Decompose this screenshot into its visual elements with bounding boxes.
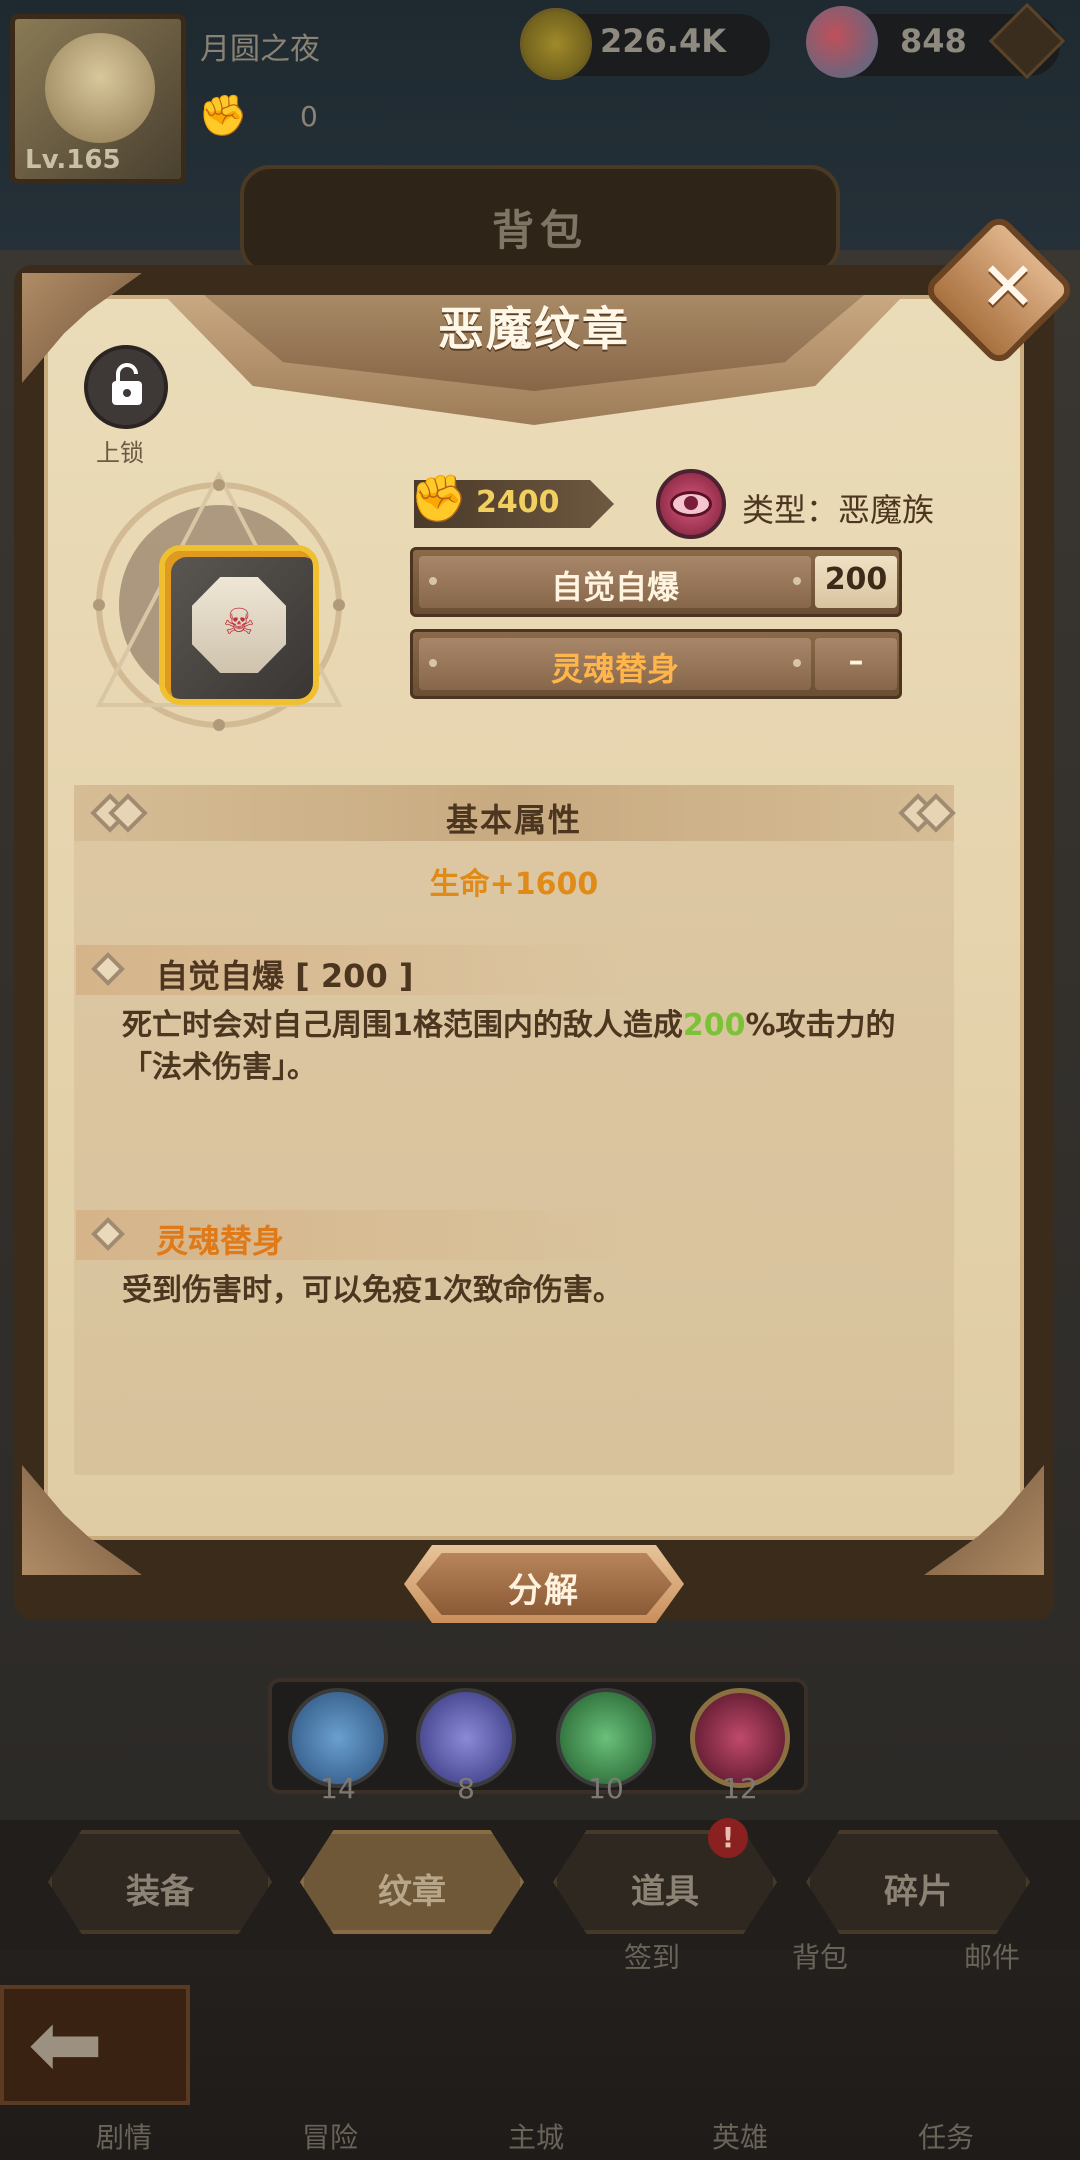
cost-value: 2400	[476, 485, 560, 520]
attribute-value: 生命+1600	[429, 867, 599, 902]
nav-mail[interactable]: 邮件	[964, 1936, 1020, 1976]
fist-icon: ✊	[410, 471, 468, 525]
player-name: 月圆之夜	[200, 32, 320, 67]
skill-section-header: 自觉自爆 [ 200 ]	[76, 945, 636, 995]
eye-pupil	[684, 496, 698, 510]
skill-description: 受到伤害时，可以免疫1次致命伤害。	[122, 1273, 623, 1308]
skill-row-2[interactable]: 灵魂替身 –	[410, 629, 902, 699]
skill-level: –	[848, 644, 864, 679]
attributes-title: 基本属性	[445, 801, 582, 839]
skill-section-title: 灵魂替身	[156, 1222, 285, 1260]
gold-coin-icon	[520, 8, 592, 80]
skill-name: 自觉自爆	[550, 568, 679, 606]
tab-label[interactable]: 纹章	[300, 1864, 524, 1913]
screen-title-plate: 背包	[240, 165, 840, 275]
race-count: 14	[320, 1772, 356, 1805]
demon-skull-icon: ☠	[222, 602, 256, 643]
skill-description: 死亡时会对自己周围1格范围内的敌人造成200%攻击力的「法术伤害」。	[122, 1005, 922, 1089]
close-icon[interactable]: ✕	[976, 253, 1040, 323]
gold-value: 226.4K	[600, 22, 727, 60]
skill-level: 200	[824, 562, 888, 597]
nav-signin[interactable]: 签到	[624, 1936, 680, 1976]
gem-icon	[806, 6, 878, 78]
fist-icon: ✊	[198, 93, 248, 139]
type-label: 类型：恶魔族	[742, 491, 935, 529]
diamond-icon	[91, 952, 125, 986]
stamina-value: 0	[300, 100, 318, 133]
diamond-icon	[91, 1217, 125, 1251]
nav-hero[interactable]: 英雄	[712, 2116, 768, 2156]
dialog-title: 恶魔纹章	[438, 302, 630, 356]
player-level: Lv.165	[25, 145, 121, 175]
nav-adventure[interactable]: 冒险	[302, 2116, 358, 2156]
skill-section-title: 自觉自爆 [ 200 ]	[156, 957, 414, 995]
gem-value: 848	[900, 22, 967, 60]
skill-name: 灵魂替身	[550, 650, 679, 688]
tab-label[interactable]: 道具	[553, 1864, 777, 1913]
skill-section-header: 灵魂替身	[76, 1210, 636, 1260]
race-count: 12	[722, 1772, 758, 1805]
back-arrow-icon: ⬅	[28, 1992, 104, 2097]
nav-bag[interactable]: 背包	[792, 1936, 848, 1976]
race-count: 10	[588, 1772, 624, 1805]
unlock-icon	[112, 363, 142, 405]
screen-title: 背包	[491, 206, 588, 255]
race-count: 8	[457, 1772, 475, 1805]
nav-city[interactable]: 主城	[508, 2116, 564, 2156]
emblem-detail-dialog: 恶魔纹章 ✕ 上锁 ☠ ✊ 2400 类型：恶魔族 自觉自爆 200 灵魂替身	[14, 212, 1077, 1623]
avatar[interactable]: Lv.165	[10, 14, 186, 184]
desc-highlight: 200	[682, 1008, 746, 1043]
back-button[interactable]: ⬅	[0, 1985, 190, 2105]
nav-quest[interactable]: 任务	[918, 2116, 974, 2156]
tab-label[interactable]: 装备	[48, 1864, 272, 1913]
notification-badge: !	[708, 1818, 748, 1858]
skill-row-1[interactable]: 自觉自爆 200	[410, 547, 902, 617]
avatar-portrait	[45, 33, 155, 143]
desc-text: 死亡时会对自己周围1格范围内的敌人造成	[122, 1008, 683, 1043]
decompose-label[interactable]: 分解	[404, 1563, 684, 1612]
tab-label[interactable]: 碎片	[806, 1864, 1030, 1913]
nav-story[interactable]: 剧情	[96, 2116, 152, 2156]
